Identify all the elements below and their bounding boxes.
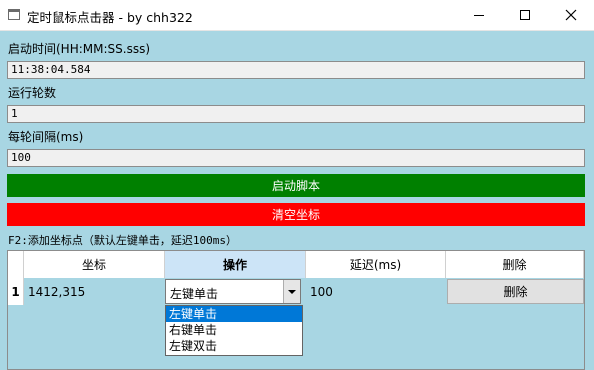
hotkey-hint: F2:添加坐标点（默认左键单击，延迟100ms） xyxy=(8,234,237,247)
delete-row-button[interactable]: 删除 xyxy=(447,279,584,304)
clear-coordinates-button[interactable]: 清空坐标 xyxy=(7,203,585,226)
interval-input[interactable]: 100 xyxy=(7,149,585,167)
dropdown-arrow[interactable] xyxy=(283,280,300,303)
option-left-double-click[interactable]: 左键双击 xyxy=(166,338,302,354)
interval-label: 每轮间隔(ms) xyxy=(8,130,84,144)
option-right-click[interactable]: 右键单击 xyxy=(166,322,302,338)
action-select-value: 左键单击 xyxy=(170,287,219,301)
rounds-label: 运行轮数 xyxy=(8,86,57,100)
action-dropdown-list: 左键单击 右键单击 左键双击 xyxy=(165,305,303,356)
option-left-click[interactable]: 左键单击 xyxy=(166,306,302,322)
close-icon xyxy=(565,9,577,21)
delay-cell[interactable]: 100 xyxy=(306,278,446,305)
maximize-icon xyxy=(520,10,530,20)
title-bar: 定时鼠标点击器 - by chh322 xyxy=(0,0,594,31)
column-header-coordinate[interactable]: 坐标 xyxy=(24,251,165,278)
maximize-button[interactable] xyxy=(502,0,548,30)
table-corner[interactable] xyxy=(8,251,24,278)
minimize-icon xyxy=(474,14,484,16)
rounds-input[interactable]: 1 xyxy=(7,105,585,123)
chevron-down-icon xyxy=(288,289,296,294)
start-time-label: 启动时间(HH:MM:SS.sss) xyxy=(8,42,151,56)
column-header-action[interactable]: 操作 xyxy=(165,251,306,278)
start-script-button[interactable]: 启动脚本 xyxy=(7,174,585,197)
action-select[interactable]: 左键单击 xyxy=(165,279,301,304)
row-header[interactable]: 1 xyxy=(8,278,24,305)
column-header-delay[interactable]: 延迟(ms) xyxy=(306,251,446,278)
close-button[interactable] xyxy=(548,0,594,30)
window-title: 定时鼠标点击器 - by chh322 xyxy=(27,10,193,25)
column-header-delete[interactable]: 删除 xyxy=(446,251,584,278)
app-window-icon xyxy=(8,9,20,20)
start-time-input[interactable]: 11:38:04.584 xyxy=(7,61,585,79)
coordinate-cell[interactable]: 1412,315 xyxy=(24,278,165,305)
minimize-button[interactable] xyxy=(456,0,502,30)
